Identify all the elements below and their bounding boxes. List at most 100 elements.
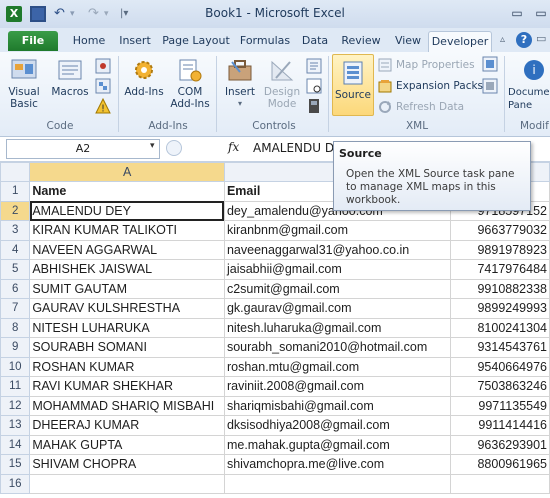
cell-name[interactable]: SOURABH SOMANI: [29, 337, 225, 358]
record-macro-icon[interactable]: [95, 58, 111, 74]
properties-icon[interactable]: [306, 58, 322, 74]
row-header[interactable]: 12: [0, 395, 31, 416]
cell-email[interactable]: raviniit.2008@gmail.com: [223, 376, 452, 397]
design-mode-button[interactable]: Design Mode: [262, 56, 302, 110]
tab-data[interactable]: Data: [298, 31, 332, 51]
row-header[interactable]: 6: [0, 278, 31, 299]
cell-name[interactable]: MAHAK GUPTA: [29, 434, 225, 455]
source-button[interactable]: Source: [332, 54, 374, 116]
document-panel-button[interactable]: i Docume Pane: [508, 56, 550, 112]
tab-page-layout[interactable]: Page Layout: [160, 31, 232, 51]
cell-email[interactable]: nitesh.luharuka@gmail.com: [223, 317, 452, 338]
cell-email[interactable]: naveenaggarwal31@yahoo.co.in: [223, 239, 452, 260]
cell-phone[interactable]: 9971135549: [450, 395, 550, 416]
cell-phone[interactable]: 8100241304: [450, 317, 550, 338]
cell-phone[interactable]: 7503863246: [450, 376, 550, 397]
insert-control-button[interactable]: Insert ▾: [220, 56, 260, 110]
import-icon[interactable]: [482, 56, 498, 72]
formula-bar-expand-icon[interactable]: [166, 140, 182, 156]
cell-name[interactable]: SUMIT GAUTAM: [29, 278, 225, 299]
cell-name[interactable]: DHEERAJ KUMAR: [29, 415, 225, 436]
cell-name[interactable]: SHIVAM CHOPRA: [29, 454, 225, 475]
help-icon[interactable]: ?: [516, 32, 532, 48]
cell-phone[interactable]: 9899249993: [450, 298, 550, 319]
cell-phone[interactable]: 9911414416: [450, 415, 550, 436]
row-header[interactable]: 11: [0, 376, 31, 397]
visual-basic-button[interactable]: Visual Basic: [4, 56, 44, 110]
map-properties-button[interactable]: Map Properties: [376, 56, 475, 74]
cell-email[interactable]: shariqmisbahi@gmail.com: [223, 395, 452, 416]
cell-name[interactable]: MOHAMMAD SHARIQ MISBAHI: [29, 395, 225, 416]
tab-view[interactable]: View: [390, 31, 426, 51]
row-header[interactable]: 10: [0, 356, 31, 377]
row-header[interactable]: 3: [0, 220, 31, 241]
row-header[interactable]: 9: [0, 337, 31, 358]
select-all-corner[interactable]: [0, 162, 31, 182]
cell-phone[interactable]: 9663779032: [450, 220, 550, 241]
cell-email[interactable]: gk.gaurav@gmail.com: [223, 298, 452, 319]
add-ins-button[interactable]: Add-Ins: [122, 56, 166, 98]
cell-email[interactable]: [223, 473, 452, 494]
row-header[interactable]: 8: [0, 317, 31, 338]
cell-email[interactable]: dksisodhiya2008@gmail.com: [223, 415, 452, 436]
cell-name[interactable]: ROSHAN KUMAR: [29, 356, 225, 377]
cell-phone[interactable]: 9314543761: [450, 337, 550, 358]
cell-phone[interactable]: 9891978923: [450, 239, 550, 260]
view-code-icon[interactable]: [306, 78, 322, 94]
maximize-icon[interactable]: ▭: [530, 4, 550, 22]
cell-name[interactable]: ABHISHEK JAISWAL: [29, 259, 225, 280]
row-header[interactable]: 2: [0, 200, 31, 221]
row-header[interactable]: 5: [0, 259, 31, 280]
cell-phone[interactable]: 9636293901: [450, 434, 550, 455]
cell-name[interactable]: [29, 473, 225, 494]
cell-email[interactable]: sourabh_somani2010@hotmail.com: [223, 337, 452, 358]
row-header[interactable]: 16: [0, 473, 31, 494]
minimize-icon[interactable]: ▭: [506, 4, 528, 22]
cell-phone[interactable]: 9540664976: [450, 356, 550, 377]
tab-developer[interactable]: Developer: [428, 31, 492, 52]
row-header[interactable]: 15: [0, 454, 31, 475]
cell-name[interactable]: KIRAN KUMAR TALIKOTI: [29, 220, 225, 241]
cell-email[interactable]: shivamchopra.me@live.com: [223, 454, 452, 475]
column-header-a[interactable]: A: [29, 162, 225, 182]
expansion-packs-button[interactable]: Expansion Packs: [376, 77, 483, 95]
macros-button[interactable]: Macros: [50, 56, 90, 98]
cell-email[interactable]: roshan.mtu@gmail.com: [223, 356, 452, 377]
refresh-data-button[interactable]: Refresh Data: [376, 98, 464, 116]
cell-email[interactable]: jaisabhii@gmail.com: [223, 259, 452, 280]
relative-references-icon[interactable]: [95, 78, 111, 94]
cell-email[interactable]: c2sumit@gmail.com: [223, 278, 452, 299]
cell-name[interactable]: GAURAV KULSHRESTHA: [29, 298, 225, 319]
row-header[interactable]: 7: [0, 298, 31, 319]
formula-content[interactable]: AMALENDU D: [253, 141, 334, 155]
cell-name[interactable]: NAVEEN AGGARWAL: [29, 239, 225, 260]
export-icon[interactable]: [482, 78, 498, 94]
window-restore-icon[interactable]: ▭: [536, 32, 548, 45]
run-dialog-icon[interactable]: [306, 98, 322, 114]
cell-phone[interactable]: [450, 473, 550, 494]
insert-function-icon[interactable]: fx: [228, 140, 239, 154]
row-header[interactable]: 1: [0, 181, 31, 202]
tab-formulas[interactable]: Formulas: [236, 31, 294, 51]
row-header[interactable]: 14: [0, 434, 31, 455]
row-header[interactable]: 4: [0, 239, 31, 260]
cell-phone[interactable]: 9910882338: [450, 278, 550, 299]
cell-name[interactable]: Name: [29, 181, 225, 202]
cell-name[interactable]: RAVI KUMAR SHEKHAR: [29, 376, 225, 397]
cell-phone[interactable]: 8800961965: [450, 454, 550, 475]
name-box-dropdown-icon[interactable]: ▾: [150, 141, 155, 151]
tab-file[interactable]: File: [8, 31, 58, 51]
tab-home[interactable]: Home: [68, 31, 110, 51]
tab-insert[interactable]: Insert: [114, 31, 156, 51]
com-add-ins-button[interactable]: COM Add-Ins: [168, 56, 212, 110]
name-box[interactable]: A2: [6, 139, 160, 159]
macro-security-icon[interactable]: !: [95, 97, 111, 115]
row-header[interactable]: 13: [0, 415, 31, 436]
minimize-ribbon-icon[interactable]: ▵: [500, 34, 512, 46]
cell-name[interactable]: NITESH LUHARUKA: [29, 317, 225, 338]
cell-phone[interactable]: 7417976484: [450, 259, 550, 280]
cell-name[interactable]: AMALENDU DEY: [29, 200, 225, 221]
cell-email[interactable]: me.mahak.gupta@gmail.com: [223, 434, 452, 455]
cell-email[interactable]: kiranbnm@gmail.com: [223, 220, 452, 241]
tab-review[interactable]: Review: [338, 31, 384, 51]
